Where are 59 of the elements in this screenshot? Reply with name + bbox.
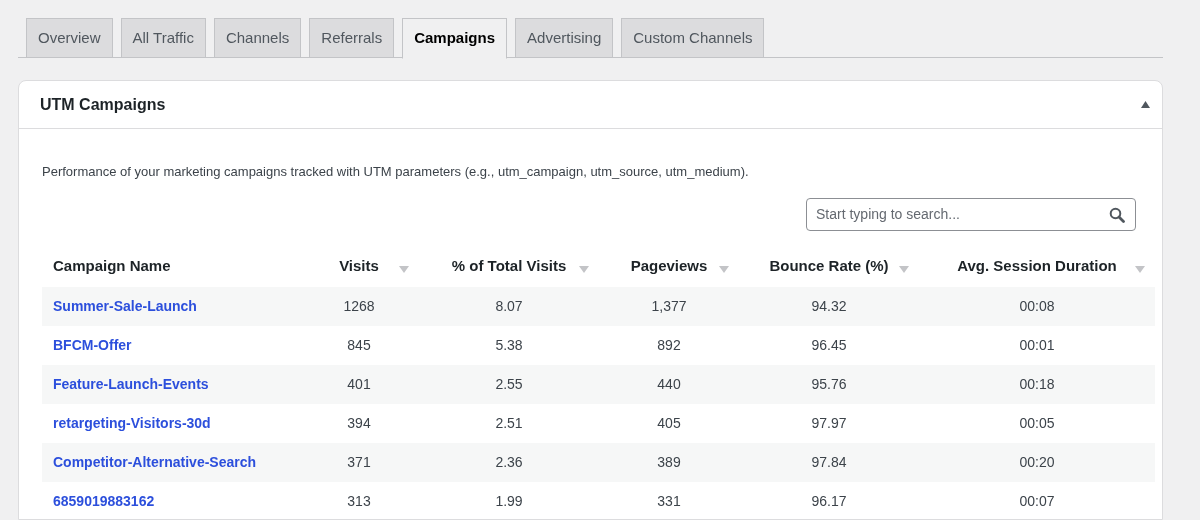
campaign-link[interactable]: retargeting-Visitors-30d (53, 412, 211, 434)
column-header[interactable]: Avg. Session Duration (957, 255, 1117, 278)
table-cell-text: 8.07 (495, 296, 523, 316)
table-cell-text: 5.38 (495, 335, 523, 355)
sort-icon[interactable] (399, 265, 409, 273)
panel-title: UTM Campaigns (40, 94, 166, 115)
sort-icon[interactable] (579, 265, 589, 273)
campaign-link[interactable]: Summer-Sale-Launch (53, 295, 197, 317)
column-header[interactable]: Bounce Rate (%) (769, 255, 889, 278)
table-cell-text: 00:05 (1019, 413, 1055, 433)
tab[interactable]: Overview (26, 18, 113, 58)
tab[interactable]: Channels (213, 18, 302, 58)
table-cell-text: 96.17 (811, 491, 847, 511)
table-cell-text: 394 (347, 413, 371, 433)
search-field[interactable]: Start typing to search... (806, 197, 1136, 231)
table-cell-text: 2.55 (495, 374, 523, 394)
table-cell-text: 331 (657, 491, 681, 511)
table-cell-text: 892 (657, 335, 681, 355)
table-cell-text: 1,377 (651, 296, 687, 316)
column-header[interactable]: Pageviews (630, 255, 708, 278)
table-cell-text: 00:18 (1019, 374, 1055, 394)
table-cell-text: 1.99 (495, 491, 523, 511)
table-cell-text: 440 (657, 374, 681, 394)
tab[interactable]: Referrals (309, 18, 395, 58)
table-cell-text: 845 (347, 335, 371, 355)
table-cell-text: 401 (347, 374, 371, 394)
tab[interactable]: Advertising (515, 18, 614, 58)
campaign-link[interactable]: BFCM-Offer (53, 334, 132, 356)
table-cell-text: 2.51 (495, 413, 523, 433)
panel-description: Performance of your marketing campaigns tracked with UTM parameters (e.g., utm_campaign, utm_source, utm_medium). (42, 163, 750, 181)
table-cell-text: 00:07 (1019, 491, 1055, 511)
table-cell-text: 2.36 (495, 452, 523, 472)
campaign-link[interactable]: Feature-Launch-Events (53, 373, 209, 395)
table-cell-text: 96.45 (811, 335, 847, 355)
table-cell-text: 00:20 (1019, 452, 1055, 472)
tab[interactable]: Custom Channels (621, 18, 765, 58)
search-icon (1109, 206, 1125, 223)
tab[interactable]: All Traffic (120, 18, 206, 58)
table-cell-text: 405 (657, 413, 681, 433)
table-cell-text: 95.76 (811, 374, 847, 394)
tab[interactable]: Campaigns (402, 18, 508, 59)
sort-icon[interactable] (719, 265, 729, 273)
table-cell-text: 00:01 (1019, 335, 1055, 355)
sort-icon[interactable] (1135, 265, 1145, 273)
column-header[interactable]: Campaign Name (53, 255, 171, 278)
table-cell-text: 313 (347, 491, 371, 511)
table-cell-text: 97.84 (811, 452, 847, 472)
table-cell-text: 389 (657, 452, 681, 472)
campaign-link[interactable]: Competitor-Alternative-Search (53, 451, 257, 473)
campaign-link[interactable]: 6859019883162 (53, 490, 155, 512)
column-header[interactable]: Visits (339, 255, 379, 278)
column-header[interactable]: % of Total Visits (451, 255, 567, 278)
table-cell-text: 371 (347, 452, 371, 472)
table-cell-text: 00:08 (1019, 296, 1055, 316)
table-cell-text: 1268 (343, 296, 375, 316)
sort-icon[interactable] (899, 265, 909, 273)
table-cell-text: 94.32 (811, 296, 847, 316)
table-cell-text: 97.97 (811, 413, 847, 433)
collapse-toggle-icon[interactable] (1141, 101, 1150, 108)
